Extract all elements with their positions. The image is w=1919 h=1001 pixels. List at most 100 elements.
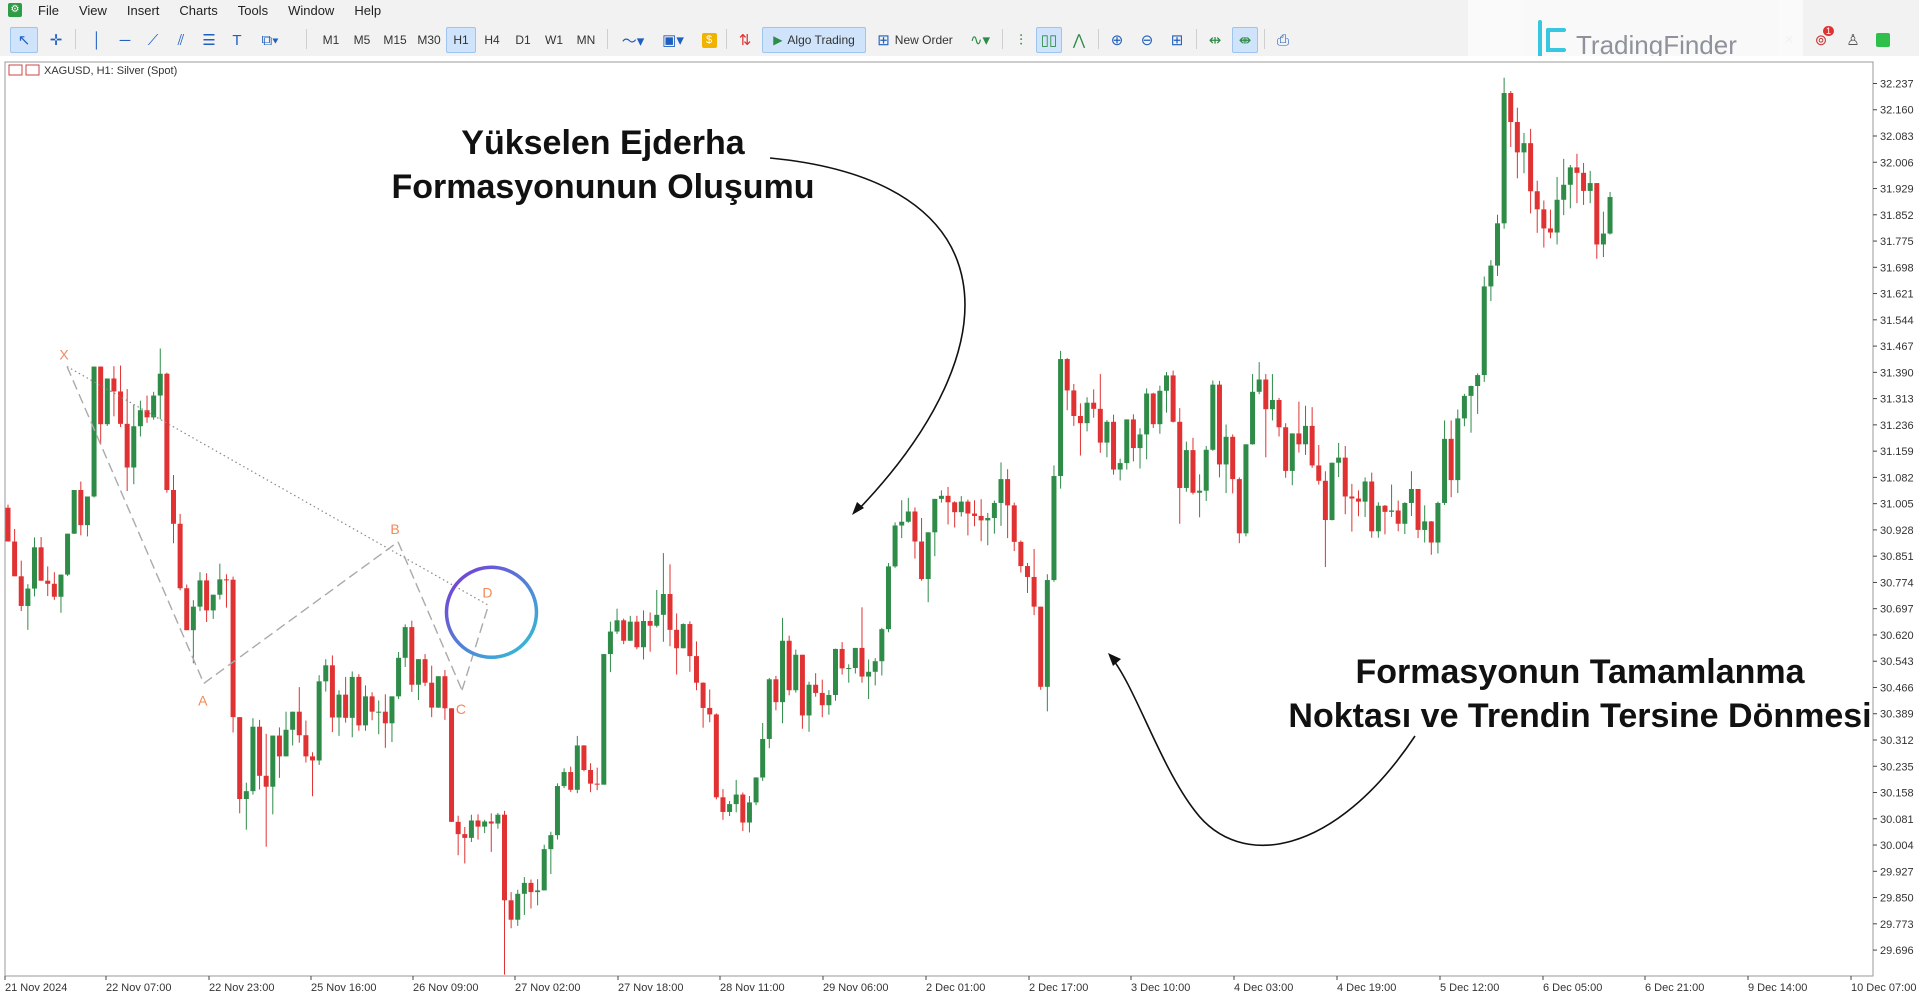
timeframe-m30[interactable]: M30 xyxy=(412,27,446,53)
tradingfinder-logo-icon xyxy=(1538,20,1566,62)
candle-body xyxy=(177,523,183,589)
chart-background xyxy=(0,56,1919,996)
candle-body xyxy=(1117,463,1123,470)
candle-body xyxy=(1382,505,1388,512)
account-button[interactable]: ♙ xyxy=(1840,27,1866,53)
candle-body xyxy=(1236,479,1242,534)
bottom-annotation-line2: Noktası ve Trendin Tersine Dönmesi xyxy=(1288,697,1871,735)
candle-body xyxy=(250,726,256,792)
candle-body xyxy=(1077,416,1083,424)
candle-body xyxy=(442,676,448,709)
candle-body xyxy=(402,627,408,658)
candle-body xyxy=(720,797,726,812)
menu-window[interactable]: Window xyxy=(280,3,346,18)
candle-body xyxy=(965,501,971,514)
fibonacci-button[interactable]: ☰ xyxy=(196,27,222,53)
symbol-header: XAGUSD, H1: Silver (Spot) xyxy=(8,64,177,77)
chart-window[interactable]: XAGUSD, H1: Silver (Spot) 32.237 32.160 32… xyxy=(0,56,1919,996)
candle-body xyxy=(409,627,415,685)
candle-body xyxy=(1097,408,1103,443)
candle-body xyxy=(495,814,501,824)
candle-body xyxy=(846,668,852,670)
candle-body xyxy=(1038,606,1044,687)
new-order-icon: ⊞ xyxy=(877,32,890,49)
candle-body xyxy=(415,659,421,685)
candle-body xyxy=(382,711,388,724)
zoom-out-button[interactable]: ⊖ xyxy=(1134,27,1160,53)
timeframe-h1[interactable]: H1 xyxy=(446,27,476,53)
menu-charts[interactable]: Charts xyxy=(171,3,229,18)
candle-body xyxy=(541,849,547,891)
candle-body xyxy=(124,423,130,468)
menu-help[interactable]: Help xyxy=(346,3,393,18)
candle-body xyxy=(912,511,918,542)
candle-body xyxy=(647,620,653,626)
menu-tools[interactable]: Tools xyxy=(230,3,280,18)
horizontal-line-button[interactable]: ─ xyxy=(112,27,138,53)
line-chart-button[interactable]: ⋀ xyxy=(1066,27,1092,53)
candle-body xyxy=(806,684,812,716)
zoom-in-button[interactable]: ⊕ xyxy=(1104,27,1130,53)
candlestick-button[interactable]: ▯▯ xyxy=(1036,27,1062,53)
chart-shift-button[interactable]: ⇹ xyxy=(1202,27,1228,53)
candle-body xyxy=(131,426,137,468)
menu-view[interactable]: View xyxy=(71,3,119,18)
timeframe-d1[interactable]: D1 xyxy=(508,27,538,53)
timeframe-m1[interactable]: M1 xyxy=(316,27,346,53)
horizontal-line-icon: ─ xyxy=(119,31,131,49)
x-tick-label: 10 Dec 07:00 xyxy=(1851,982,1916,994)
autoscroll-button[interactable]: ⇼ xyxy=(1232,27,1258,53)
algo-trading-button[interactable]: ▶ Algo Trading xyxy=(762,27,866,53)
timeframe-w1[interactable]: W1 xyxy=(539,27,569,53)
market-button[interactable]: $ xyxy=(696,27,722,53)
y-tick-label: 30.697 xyxy=(1880,604,1914,616)
new-order-button[interactable]: ⊞ New Order xyxy=(868,27,962,53)
candle-body xyxy=(581,745,587,771)
chart-type-dropdown[interactable]: 〜▾ xyxy=(614,27,652,53)
candle-body xyxy=(780,640,786,703)
channel-button[interactable]: ⫽ xyxy=(168,27,194,53)
screenshot-button[interactable]: ⎙ xyxy=(1270,27,1296,53)
bar-chart-button[interactable]: ⫶ xyxy=(1008,27,1034,53)
shapes-dropdown-button[interactable]: ⧉▾ xyxy=(252,27,288,53)
candle-body xyxy=(1322,480,1328,521)
signals-button[interactable]: ⇅ xyxy=(732,27,758,53)
x-tick-label: 2 Dec 01:00 xyxy=(926,982,985,994)
timeframe-mn[interactable]: MN xyxy=(570,27,602,53)
x-tick-label: 25 Nov 16:00 xyxy=(311,982,376,994)
candle-body xyxy=(760,738,766,778)
trendline-button[interactable]: ⟋ xyxy=(140,27,166,53)
timeframe-m15[interactable]: M15 xyxy=(378,27,412,53)
candle-body xyxy=(1064,359,1070,391)
candle-body xyxy=(1276,399,1282,428)
templates-dropdown[interactable]: ▣▾ xyxy=(654,27,692,53)
y-tick-label: 30.928 xyxy=(1880,525,1914,537)
x-tick-label: 21 Nov 2024 xyxy=(5,982,67,994)
y-tick-label: 30.774 xyxy=(1880,577,1914,589)
menu-insert[interactable]: Insert xyxy=(119,3,172,18)
candle-body xyxy=(1071,390,1077,417)
price-chart[interactable]: XAGUSD, H1: Silver (Spot) 32.237 32.160 32… xyxy=(0,56,1919,996)
y-tick-label: 30.158 xyxy=(1880,788,1914,800)
text-tool-button[interactable]: T xyxy=(224,27,250,53)
pattern-point-label: B xyxy=(390,521,399,537)
candle-body xyxy=(488,821,494,824)
candle-body xyxy=(1157,390,1163,425)
crosshair-tool-button[interactable]: ✛ xyxy=(42,27,70,53)
timeframe-m5[interactable]: M5 xyxy=(347,27,377,53)
indicators-dropdown[interactable]: ∿▾ xyxy=(962,27,998,53)
candle-body xyxy=(1336,457,1342,463)
tile-windows-button[interactable]: ⊞ xyxy=(1164,27,1190,53)
x-tick-label: 28 Nov 11:00 xyxy=(720,982,785,994)
notifications-button[interactable]: ⊚ 1 xyxy=(1808,26,1835,53)
candle-body xyxy=(1011,505,1017,542)
market-open-indicator[interactable] xyxy=(1870,27,1896,53)
candle-body xyxy=(1210,384,1216,450)
candle-body xyxy=(727,804,733,812)
candle-body xyxy=(91,366,97,497)
candle-body xyxy=(1495,223,1500,266)
timeframe-h4[interactable]: H4 xyxy=(477,27,507,53)
cursor-tool-button[interactable]: ↖ xyxy=(10,27,38,53)
menu-file[interactable]: File xyxy=(30,3,71,18)
vertical-line-button[interactable]: │ xyxy=(84,27,110,53)
